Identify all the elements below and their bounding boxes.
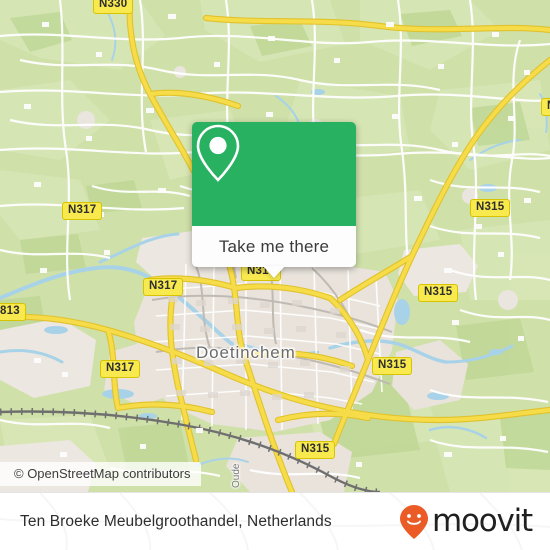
road-shield-n813[interactable]: 813 <box>0 303 26 321</box>
road-shield-n315-southeast[interactable]: N315 <box>372 357 413 375</box>
place-label-doetinchem: Doetinchem <box>196 343 296 362</box>
moovit-pin-icon <box>399 504 428 539</box>
take-me-there-button[interactable]: Take me there <box>219 237 329 257</box>
street-label-oude: Oude <box>231 463 242 488</box>
moovit-map-screenshot: Doetinchem Oude N330 N317 N317 N317 813 … <box>0 0 550 550</box>
map-pin-icon <box>196 124 240 182</box>
road-shield-n315-south[interactable]: N315 <box>295 441 336 459</box>
popup-pointer <box>263 266 285 278</box>
location-title: Ten Broeke Meubelgroothandel, Netherland… <box>20 512 332 530</box>
location-popup-card[interactable]: Take me there <box>192 122 356 278</box>
road-shield-n315-northeast[interactable]: N315 <box>470 199 511 217</box>
road-shield-n330[interactable]: N330 <box>93 0 134 14</box>
map-canvas[interactable]: Doetinchem Oude N330 N317 N317 N317 813 … <box>0 0 550 492</box>
popup-footer[interactable]: Take me there <box>192 226 356 278</box>
road-shield-n317-mid[interactable]: N317 <box>143 278 184 296</box>
osm-attribution[interactable]: © OpenStreetMap contributors <box>0 462 201 486</box>
road-shield-n317-south[interactable]: N317 <box>100 360 141 378</box>
footer-bar: Ten Broeke Meubelgroothandel, Netherland… <box>0 492 550 550</box>
moovit-logo[interactable]: moovit <box>399 503 533 540</box>
moovit-wordmark: moovit <box>431 503 533 539</box>
popup-header <box>192 122 356 226</box>
road-shield-n315-east[interactable]: N315 <box>418 284 459 302</box>
road-shield-edge-clipped[interactable]: N <box>541 98 550 116</box>
road-shield-n317-north[interactable]: N317 <box>62 202 103 220</box>
